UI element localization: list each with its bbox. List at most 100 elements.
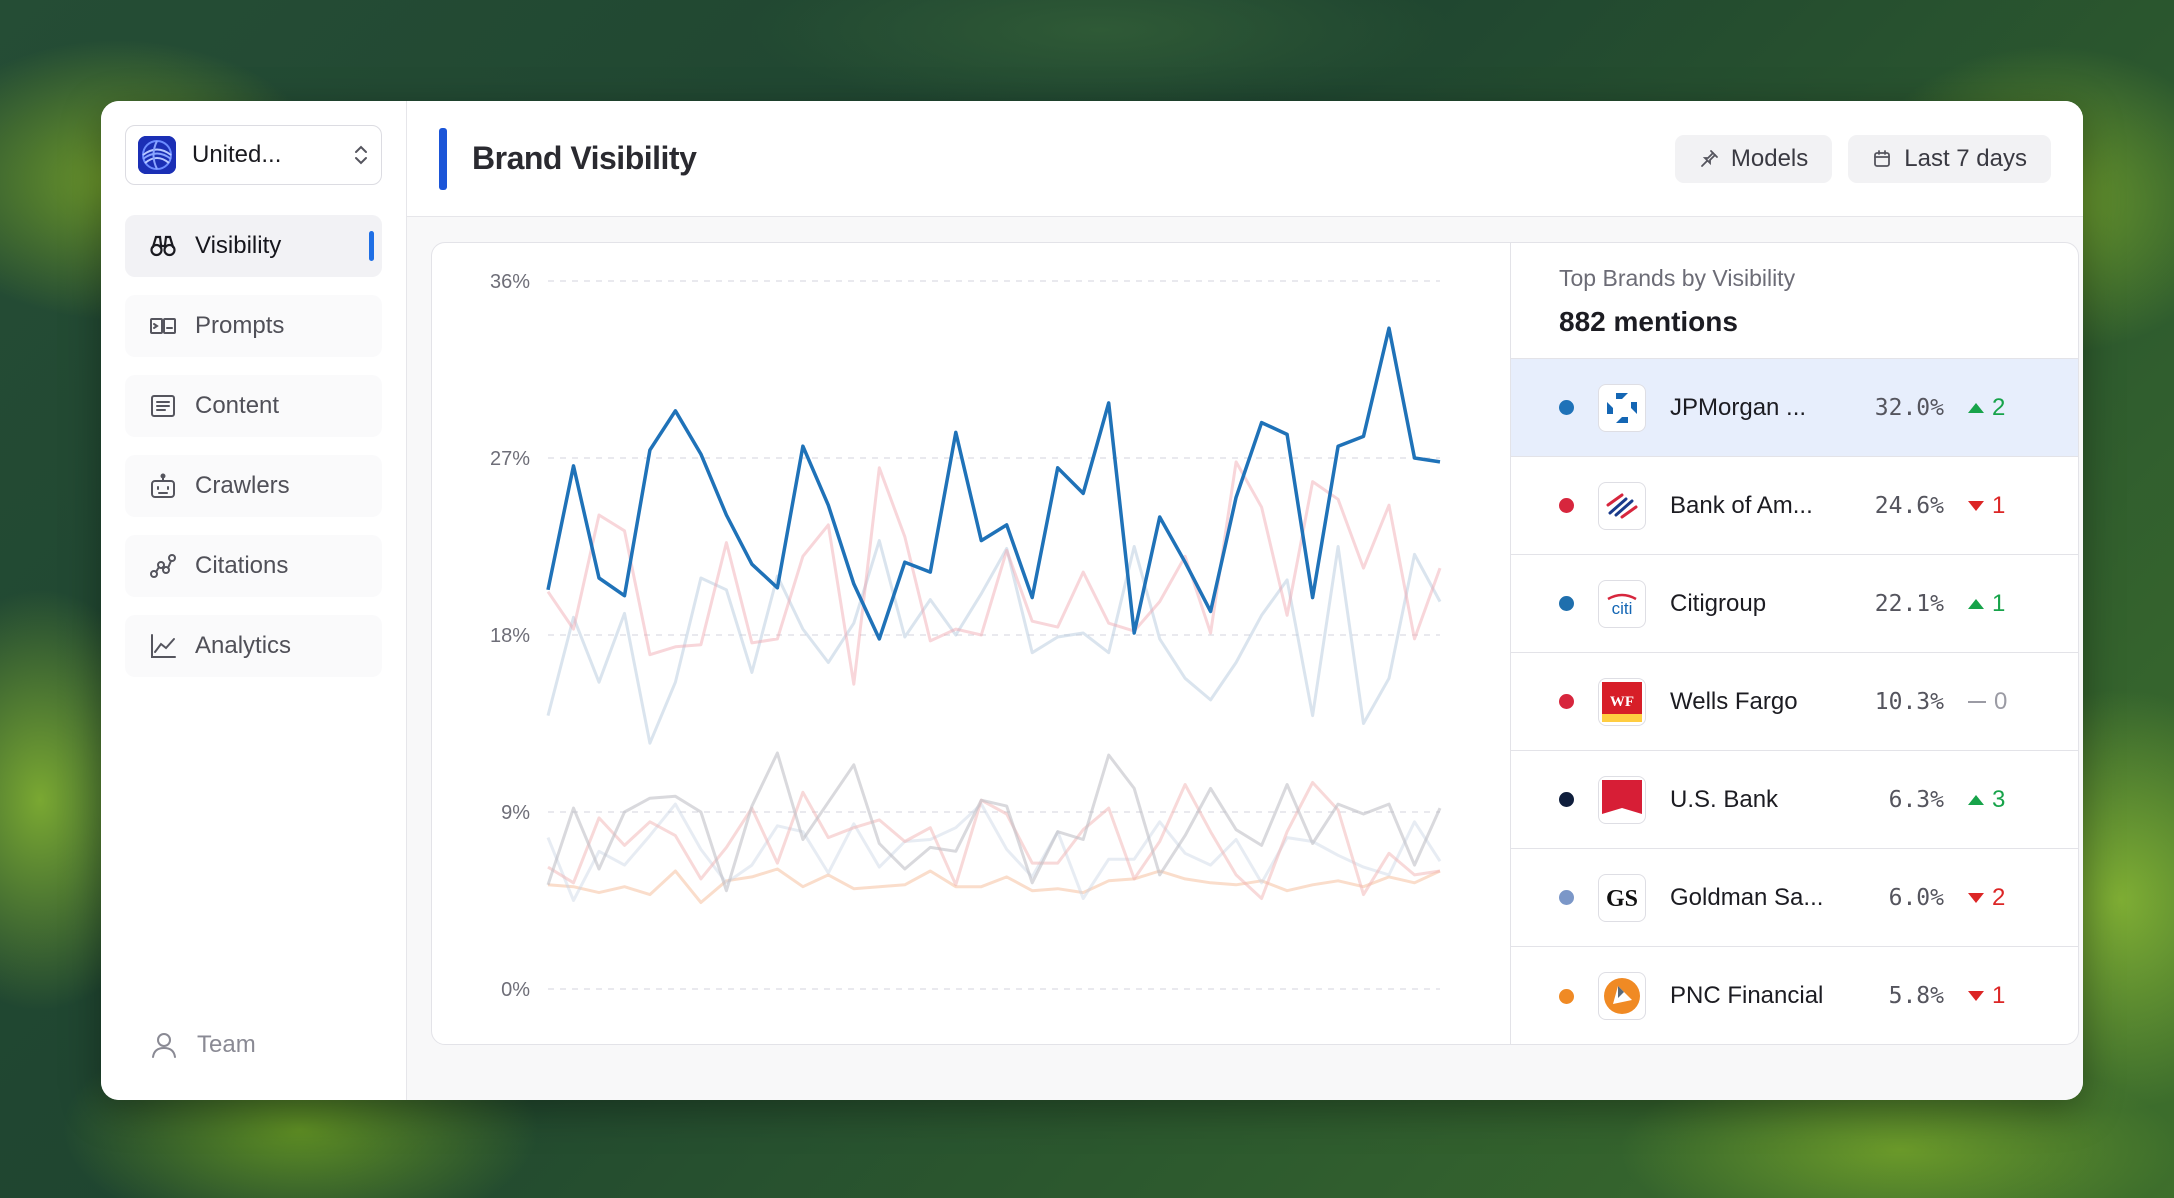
arrow-up-icon — [1968, 598, 1984, 609]
brand-percentage: 5.8% — [1888, 983, 1944, 1009]
sidebar: United... Visibility Prompts Content Cra… — [101, 101, 407, 1100]
arrow-up-icon — [1968, 402, 1984, 413]
svg-text:GS: GS — [1606, 886, 1638, 912]
active-indicator — [369, 231, 374, 261]
series-line-6 — [547, 867, 1441, 904]
brand-row-pnc-financial[interactable]: PNC Financial 5.8% 1 — [1511, 947, 2078, 1044]
brand-row-wells-fargo[interactable]: WF Wells Fargo 10.3% 0 — [1511, 653, 2078, 751]
brand-percentage: 6.0% — [1888, 884, 1944, 911]
brand-row-us-bank[interactable]: U.S. Bank 6.3% 3 — [1511, 751, 2078, 849]
page-header: Brand Visibility Models Last 7 days — [407, 101, 2083, 217]
brand-name: U.S. Bank — [1670, 785, 1779, 813]
brand-name: Goldman Sa... — [1670, 883, 1824, 911]
robot-icon — [149, 472, 177, 500]
y-tick-label: 36% — [490, 271, 530, 293]
sidebar-item-crawlers[interactable]: Crawlers — [125, 455, 382, 517]
rank-change: 3 — [1968, 786, 2005, 814]
chart-svg: 36% 27% 18% 9% 0% — [490, 271, 1442, 1001]
sidebar-item-label: Analytics — [195, 632, 292, 659]
brand-row-citigroup[interactable]: citi Citigroup 22.1% 1 — [1511, 555, 2078, 653]
rank-change-value: 3 — [1992, 785, 2006, 813]
goldman-sachs-logo-icon: GS — [1598, 873, 1646, 922]
brand-percentage: 10.3% — [1874, 688, 1944, 715]
series-color-dot — [1559, 596, 1574, 611]
app-window: United... Visibility Prompts Content Cra… — [101, 101, 2083, 1100]
user-icon — [149, 1030, 179, 1060]
document-icon — [149, 392, 177, 420]
page-title: Brand Visibility — [472, 140, 697, 176]
org-selector[interactable]: United... — [125, 125, 382, 185]
date-range-label: Last 7 days — [1904, 144, 2027, 172]
brand-percentage: 24.6% — [1874, 492, 1944, 519]
y-tick-label: 27% — [490, 448, 530, 470]
series-color-dot — [1559, 792, 1574, 807]
binoculars-icon — [149, 232, 177, 260]
brand-percentage: 6.3% — [1888, 786, 1944, 813]
date-range-button[interactable]: Last 7 days — [1848, 134, 2051, 183]
brand-name: PNC Financial — [1670, 982, 1824, 1009]
sidebar-item-label: Prompts — [195, 312, 285, 339]
arrow-down-icon — [1968, 892, 1984, 903]
rank-change-value: 1 — [1992, 589, 2006, 617]
rank-change: 1 — [1968, 590, 2005, 618]
series-color-dot — [1559, 498, 1574, 513]
wells-fargo-logo-icon: WF — [1598, 677, 1646, 726]
rank-change: 2 — [1968, 884, 2005, 912]
sidebar-item-visibility[interactable]: Visibility — [125, 215, 382, 277]
arrow-down-icon — [1968, 500, 1984, 511]
visibility-card: 36% 27% 18% 9% 0% Top Brands by Visibility 8… — [431, 242, 2079, 1045]
rank-change-value: 0 — [1994, 687, 2008, 715]
rank-change: 1 — [1968, 492, 2005, 520]
team-link[interactable]: Team — [149, 1030, 256, 1060]
pin-icon — [1699, 149, 1719, 169]
brand-row-bank-of-america[interactable]: Bank of Am... 24.6% 1 — [1511, 457, 2078, 555]
citi-logo-icon: citi — [1598, 579, 1646, 628]
main-content: Brand Visibility Models Last 7 days 36% 2… — [407, 101, 2083, 1100]
series-color-dot — [1559, 890, 1574, 905]
calendar-icon — [1872, 149, 1892, 169]
chevron-up-down-icon — [353, 143, 369, 167]
arrow-down-icon — [1968, 991, 1984, 1001]
line-chart-icon — [149, 632, 177, 660]
top-brands-header: Top Brands by Visibility 882 mentions — [1511, 243, 2078, 359]
models-button[interactable]: Models — [1674, 134, 1833, 183]
brand-row-goldman-sachs[interactable]: GS Goldman Sa... 6.0% 2 — [1511, 849, 2078, 947]
brand-percentage: 32.0% — [1874, 394, 1944, 421]
chase-logo-icon — [1598, 383, 1646, 432]
us-bank-logo-icon — [1598, 775, 1646, 824]
brand-row-jpmorgan[interactable]: JPMorgan ... 32.0% 2 — [1511, 359, 2078, 457]
visibility-chart: 36% 27% 18% 9% 0% — [432, 243, 1511, 1044]
brand-percentage: 22.1% — [1874, 590, 1944, 617]
sidebar-item-label: Visibility — [195, 232, 282, 259]
series-line-3 — [546, 751, 1442, 893]
sidebar-item-label: Crawlers — [195, 472, 290, 499]
y-tick-label: 9% — [501, 802, 530, 824]
y-tick-label: 18% — [490, 625, 530, 647]
series-color-dot — [1559, 988, 1574, 1004]
prompts-icon — [149, 312, 177, 340]
arrow-up-icon — [1968, 794, 1984, 805]
brand-name: Bank of Am... — [1670, 491, 1813, 519]
sidebar-item-citations[interactable]: Citations — [125, 535, 382, 597]
sidebar-item-analytics[interactable]: Analytics — [125, 615, 382, 677]
series-color-dot — [1559, 694, 1574, 709]
svg-text:WF: WF — [1610, 694, 1634, 710]
sidebar-nav: Visibility Prompts Content Crawlers Cita… — [125, 215, 382, 677]
citations-icon — [149, 552, 177, 580]
title-accent-bar — [439, 127, 447, 190]
sidebar-item-content[interactable]: Content — [125, 375, 382, 437]
rank-change-value: 1 — [1992, 982, 2006, 1009]
rank-change-value: 2 — [1992, 393, 2006, 421]
rank-change: 0 — [1968, 688, 2007, 716]
top-brands-panel: Top Brands by Visibility 882 mentions JP… — [1511, 243, 2078, 1044]
team-label: Team — [197, 1031, 256, 1058]
brand-name: Citigroup — [1670, 589, 1767, 617]
sidebar-item-label: Citations — [195, 552, 289, 579]
brand-name: Wells Fargo — [1670, 687, 1798, 715]
sidebar-item-prompts[interactable]: Prompts — [125, 295, 382, 357]
no-change-icon — [1968, 700, 1986, 703]
org-name: United... — [192, 141, 282, 168]
top-brands-subtitle: Top Brands by Visibility — [1559, 265, 1796, 291]
org-logo-icon — [138, 136, 176, 174]
series-color-dot — [1559, 400, 1574, 415]
